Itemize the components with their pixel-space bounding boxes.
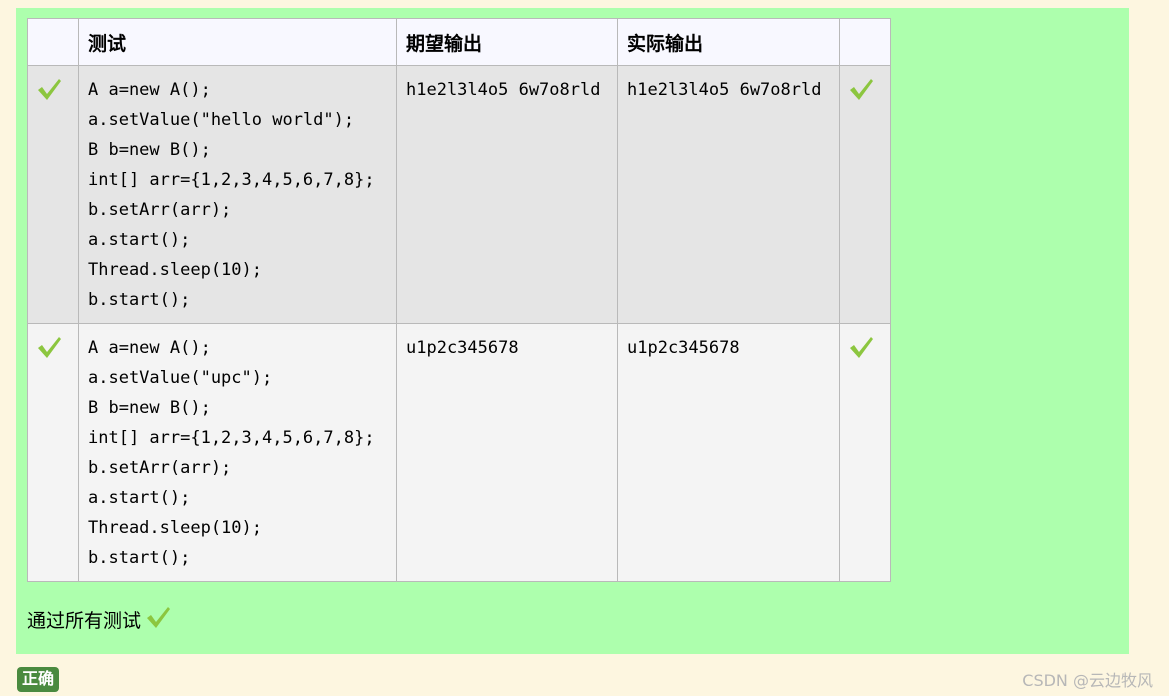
header-status-right [839,18,891,66]
check-icon [840,324,890,360]
row-status-cell [27,65,79,324]
check-icon [145,604,171,635]
status-badge: 正确 [17,667,60,692]
expected-output: u1p2c345678 [406,338,519,358]
check-icon [28,66,78,102]
summary-text: 通过所有测试 [27,610,142,632]
test-code-cell: A a=new A(); a.setValue("upc"); B b=new B(… [78,323,397,582]
row-status-cell [27,323,79,582]
actual-output-cell: h1e2l3l4o5 6w7o8rld [617,65,840,324]
summary-line: 通过所有测试 [27,604,171,635]
test-code-cell: A a=new A(); a.setValue("hello world"); B … [78,65,397,324]
header-test: 测试 [78,18,397,66]
test-results-table: 测试 期望输出 实际输出 A a=new A(); a.setValue("hel… [27,18,891,582]
table-header-row: 测试 期望输出 实际输出 [27,18,891,66]
watermark: CSDN @云边牧风 [1022,671,1153,690]
check-icon [840,66,890,102]
table-row: A a=new A(); a.setValue("upc"); B b=new B(… [27,323,891,582]
expected-output-cell: h1e2l3l4o5 6w7o8rld [396,65,618,324]
test-code: A a=new A(); a.setValue("hello world"); B … [88,80,375,310]
actual-output: u1p2c345678 [627,338,740,358]
actual-output: h1e2l3l4o5 6w7o8rld [627,80,822,100]
row-result-cell [839,65,891,324]
table-row: A a=new A(); a.setValue("hello world"); B … [27,65,891,324]
expected-output: h1e2l3l4o5 6w7o8rld [406,80,601,100]
test-result-panel: 测试 期望输出 实际输出 A a=new A(); a.setValue("hel… [16,8,1129,654]
check-icon [28,324,78,360]
header-actual: 实际输出 [617,18,840,66]
expected-output-cell: u1p2c345678 [396,323,618,582]
test-code: A a=new A(); a.setValue("upc"); B b=new B(… [88,338,375,568]
row-result-cell [839,323,891,582]
header-expected: 期望输出 [396,18,618,66]
header-status-left [27,18,79,66]
actual-output-cell: u1p2c345678 [617,323,840,582]
